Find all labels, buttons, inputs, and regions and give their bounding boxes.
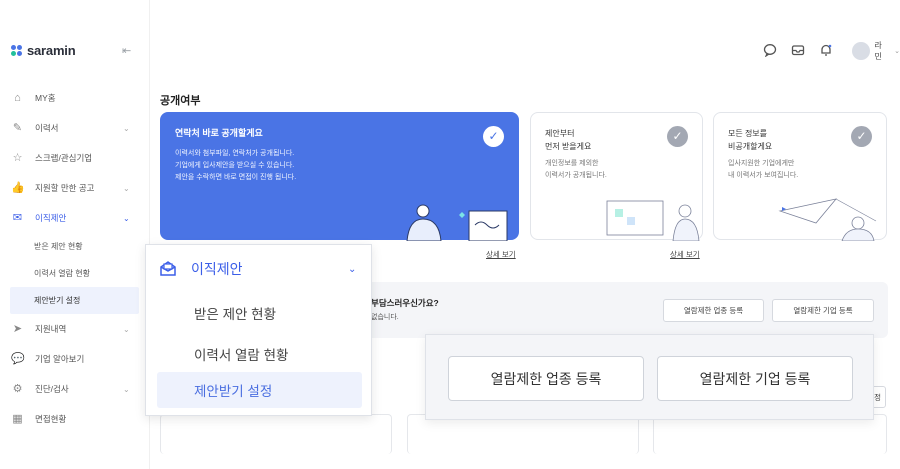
zoomed-menu-title: 이직제안 [191, 261, 243, 277]
chevron-down-icon: ⌄ [123, 123, 130, 133]
star-icon: ☆ [12, 151, 23, 164]
content-card [160, 414, 392, 454]
visibility-card-offer-first[interactable]: 제안부터 먼저 받을게요 개인정보를 제외한 이력서가 공개됩니다. ✓ [530, 112, 703, 241]
collapse-sidebar-icon[interactable]: ⇤ [122, 44, 131, 57]
detail-link-private[interactable]: 상세 보기 [670, 249, 700, 260]
chevron-down-icon[interactable]: ⌄ [894, 47, 900, 55]
sidebar-item-my-home[interactable]: ⌂ MY홈 [0, 83, 149, 113]
visibility-card-private[interactable]: 모든 정보를 비공개할게요 입사지원한 기업에게만 내 이력서가 보여집니다. … [713, 112, 887, 241]
restriction-question: 부담스러우신가요? [371, 298, 439, 308]
zoomed-menu-header[interactable]: 이직제안 ⌄ [159, 259, 359, 279]
sidebar-item-label: 지원내역 [35, 324, 67, 334]
card-description: 개인정보를 제외한 이력서가 공개됩니다. [545, 160, 607, 179]
check-icon: ✓ [667, 126, 688, 147]
sidebar-subitem-resume-views[interactable]: 이력서 열람 현황 [0, 260, 149, 287]
sidebar-item-label: 면접현황 [35, 414, 67, 424]
chevron-down-icon: ⌄ [123, 183, 130, 193]
card-title: 모든 정보를 비공개할게요 [728, 129, 773, 151]
zoomed-sidebar-menu: 이직제안 ⌄ 받은 제안 현황 이력서 열람 현황 제안받기 설정 [145, 244, 372, 416]
gear-icon: ⚙ [12, 382, 23, 395]
message-icon[interactable] [762, 43, 778, 59]
chevron-down-icon: ⌄ [123, 213, 130, 223]
check-icon: ✓ [483, 126, 504, 147]
avatar[interactable] [851, 42, 870, 60]
restrict-company-button[interactable]: 열람제한 기업 등록 [772, 299, 874, 322]
mail-open-icon [160, 261, 176, 276]
sidebar-item-label: 이력서 [35, 123, 59, 133]
visibility-card-public[interactable]: 연락처 바로 공개할게요 이력서와 첨부파일, 연락처가 공개됩니다. 기업에게… [160, 112, 519, 241]
sidebar-item-label: 지원할 만한 공고 [35, 183, 95, 193]
saramin-logo[interactable]: saramin [11, 43, 76, 58]
sidebar-item-label: 기업 알아보기 [35, 354, 85, 364]
zoomed-subitem-received-offers[interactable]: 받은 제안 현황 [194, 303, 276, 323]
chevron-down-icon: ⌄ [123, 324, 130, 334]
bell-icon[interactable] [818, 43, 834, 59]
content-card [653, 414, 887, 454]
restriction-sub-text: 없습니다. [371, 314, 399, 321]
header-actions: 라민 ⌄ [762, 40, 900, 62]
chevron-down-icon: ⌄ [123, 384, 130, 394]
chat-icon: 💬 [11, 352, 25, 365]
page-title: 공개여부 [160, 95, 201, 107]
content-card [407, 414, 639, 454]
sidebar-subitem-received-offers[interactable]: 받은 제안 현황 [0, 233, 149, 260]
zoomed-restrict-company-button[interactable]: 열람제한 기업 등록 [657, 356, 853, 401]
inbox-icon[interactable] [790, 43, 806, 59]
zoomed-subitem-resume-views[interactable]: 이력서 열람 현황 [194, 344, 288, 364]
sidebar-item-label: 진단/검사 [35, 384, 69, 394]
sidebar-item-label: 이직제안 [35, 213, 67, 223]
sidebar-item-recommended-jobs[interactable]: 👍 지원할 만한 공고 ⌄ [0, 173, 149, 203]
illustration-board-icon [606, 200, 700, 241]
illustration-paper-plane-icon [778, 198, 877, 241]
logo-dots-icon [11, 44, 23, 57]
sidebar-item-scrap[interactable]: ☆ 스크랩/관심기업 [0, 143, 149, 173]
sidebar-subitem-label: 받은 제안 현황 [34, 242, 83, 251]
sidebar-item-assessment[interactable]: ⚙ 진단/검사 ⌄ [0, 374, 149, 404]
card-title: 연락처 바로 공개할게요 [175, 128, 263, 138]
sidebar-item-job-offers[interactable]: ✉ 이직제안 ⌄ [0, 203, 149, 233]
logo-text: saramin [27, 43, 76, 58]
sidebar-item-label: 스크랩/관심기업 [35, 153, 93, 163]
check-icon: ✓ [851, 126, 872, 147]
pencil-icon: ✎ [12, 121, 23, 134]
sidebar-subitem-label: 이력서 열람 현황 [34, 269, 90, 278]
mail-open-icon: ✉ [12, 211, 23, 224]
card-description: 이력서와 첨부파일, 연락처가 공개됩니다. 기업에게 입사제안을 받으실 수 … [175, 150, 297, 181]
sidebar-item-interviews[interactable]: ▦ 면접현황 [0, 404, 149, 434]
sidebar: saramin ⇤ ⌂ MY홈 ✎ 이력서 ⌄ ☆ 스크랩/관심기업 👍 지원할… [0, 0, 150, 469]
sidebar-subitem-label: 제안받기 설정 [34, 296, 81, 305]
home-icon: ⌂ [14, 91, 21, 104]
calendar-icon: ▦ [12, 412, 23, 425]
detail-link-offer-first[interactable]: 상세 보기 [486, 249, 516, 260]
sidebar-nav: ⌂ MY홈 ✎ 이력서 ⌄ ☆ 스크랩/관심기업 👍 지원할 만한 공고 ⌄ ✉… [0, 83, 149, 434]
sidebar-item-applications[interactable]: ➤ 지원내역 ⌄ [0, 314, 149, 344]
card-description: 입사지원한 기업에게만 내 이력서가 보여집니다. [728, 160, 799, 179]
user-name[interactable]: 라민 [875, 40, 890, 62]
illustration-people-icon [406, 204, 508, 241]
card-title: 제안부터 먼저 받을게요 [545, 129, 592, 151]
zoomed-restriction-buttons: 열람제한 업종 등록 열람제한 기업 등록 [425, 334, 874, 420]
sidebar-item-label: MY홈 [35, 93, 56, 103]
thumbs-up-icon: 👍 [11, 181, 25, 194]
zoomed-restrict-industry-button[interactable]: 열람제한 업종 등록 [448, 356, 644, 401]
chevron-down-icon: ⌄ [348, 263, 357, 275]
zoomed-subitem-label: 제안받기 설정 [194, 384, 273, 399]
send-icon: ➤ [12, 322, 23, 335]
restrict-industry-button[interactable]: 열람제한 업종 등록 [663, 299, 764, 322]
zoomed-subitem-offer-settings[interactable]: 제안받기 설정 [157, 372, 362, 408]
sidebar-item-resume[interactable]: ✎ 이력서 ⌄ [0, 113, 149, 143]
sidebar-item-company-research[interactable]: 💬 기업 알아보기 [0, 344, 149, 374]
sidebar-subitem-offer-settings[interactable]: 제안받기 설정 [10, 287, 139, 314]
